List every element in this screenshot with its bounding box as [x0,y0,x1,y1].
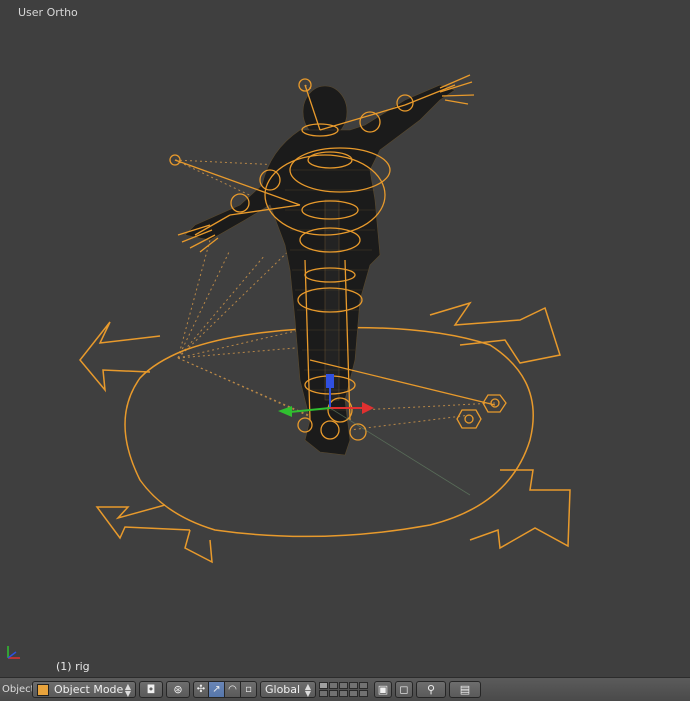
axis-orientation-icon [7,646,20,659]
viewport-header: Object Object Mode ▲ ▼ ◘ ⊛ ✣ ↗ ◠ ▫ Global… [0,677,690,701]
snap-button[interactable]: ⚲ [416,681,446,698]
orientation-select[interactable]: Global ▲ ▼ [260,681,316,698]
manipulator-toggle[interactable]: ✣ [193,681,209,698]
lock-icon: ▣ [377,683,389,696]
updown-icon: ▲ ▼ [124,681,131,698]
proportional-edit-button[interactable]: ◻ [395,681,413,698]
mode-label: Object Mode [54,683,124,696]
manipulator-group: ✣ ↗ ◠ ▫ [193,681,257,698]
lock-layers-button[interactable]: ▣ [374,681,392,698]
scale-button[interactable]: ▫ [241,681,257,698]
render-icon: ▤ [459,683,471,696]
updown-icon: ▲ ▼ [304,681,311,698]
rig-scene[interactable] [0,0,690,677]
active-object-label: (1) rig [56,660,90,673]
snap-icon: ◻ [399,683,409,696]
viewport-shading-button[interactable]: ◘ [139,681,163,698]
viewport-shading-icon: ◘ [146,683,156,696]
translate-icon: ↗ [212,684,221,695]
orientation-label: Global [265,683,301,696]
3d-viewport[interactable]: User Ortho (1) rig [0,0,690,677]
manipulator-icon: ✣ [196,684,206,695]
render-preview-button[interactable]: ▤ [449,681,481,698]
editor-menu-fragment[interactable]: Object [0,678,32,701]
pivot-icon: ⊛ [173,683,183,696]
rotate-button[interactable]: ◠ [225,681,241,698]
snap-element-icon: ⚲ [426,683,436,696]
translate-button[interactable]: ↗ [209,681,225,698]
scale-icon: ▫ [245,684,252,695]
pivot-point-button[interactable]: ⊛ [166,681,190,698]
mode-select[interactable]: Object Mode ▲ ▼ [32,681,136,698]
rotate-icon: ◠ [228,684,237,695]
cube-icon [37,683,49,696]
layers-icon[interactable] [319,682,368,697]
